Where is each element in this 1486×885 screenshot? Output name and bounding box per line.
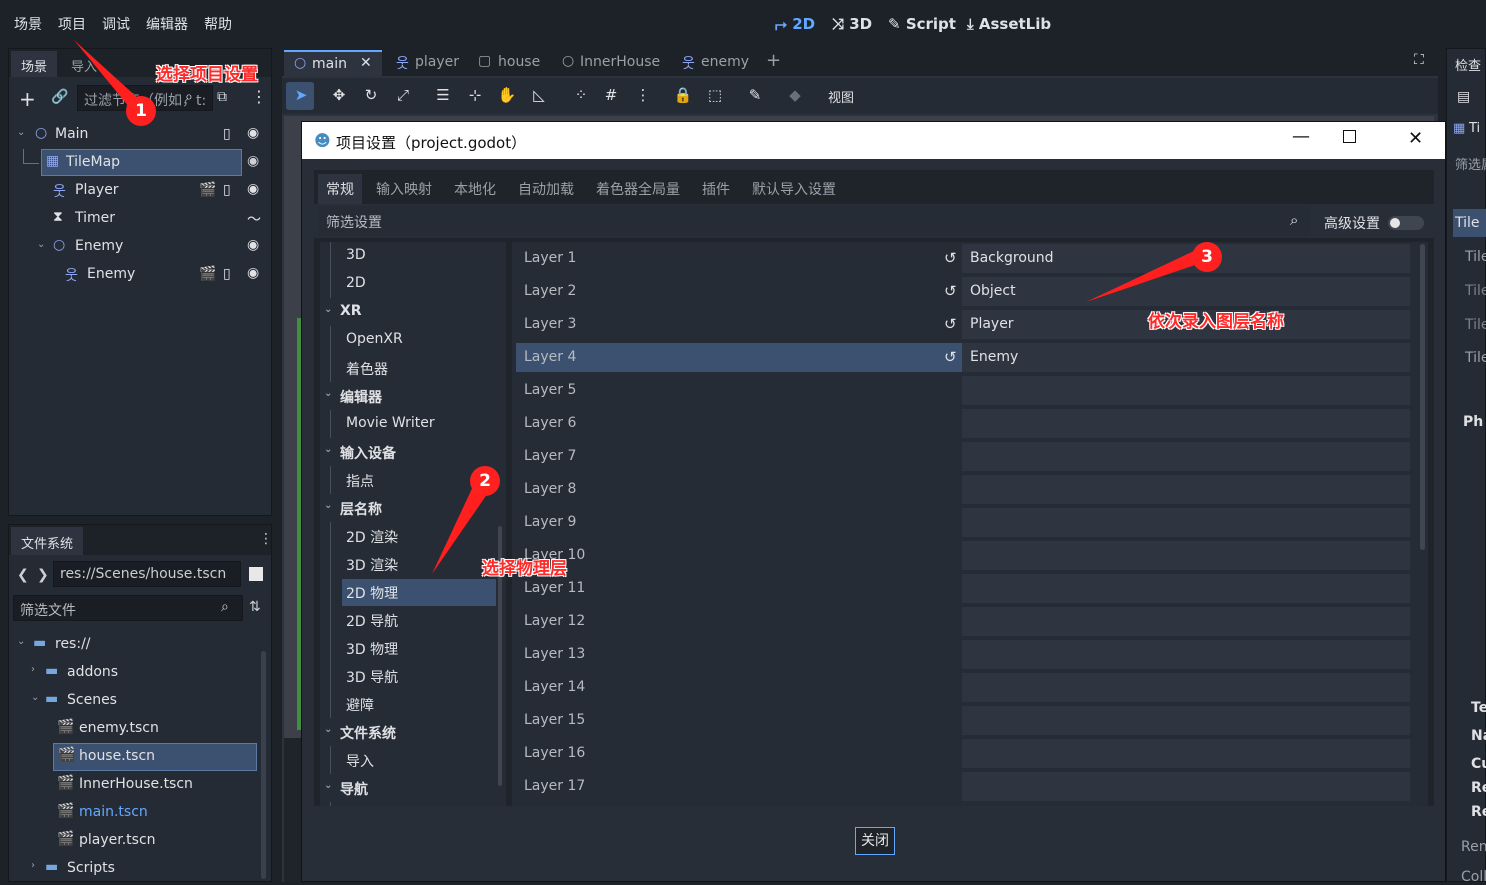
annotation-arrow-1: [74, 40, 140, 108]
annotation-arrow-3: [1086, 250, 1204, 302]
annotation-text-3: 依次录入图层名称: [1148, 312, 1284, 332]
annotation-overlay: [74, 40, 1204, 574]
annotation-badge-3: 3: [1192, 242, 1222, 272]
annotation-badge-2: 2: [470, 466, 500, 496]
annotation-text-2: 选择物理层: [482, 559, 567, 579]
annotation-badge-1: 1: [126, 96, 156, 126]
annotation-text-1: 选择项目设置: [156, 65, 258, 85]
